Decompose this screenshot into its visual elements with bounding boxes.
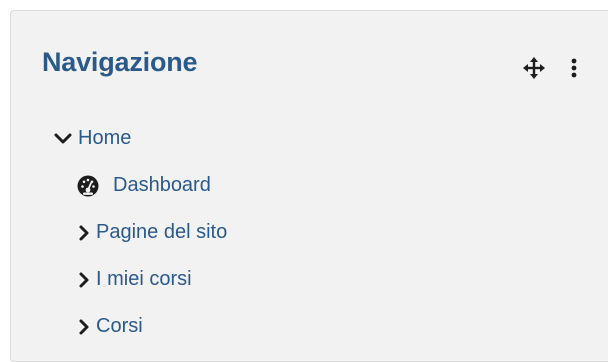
tree-item-i-miei-corsi[interactable]: I miei corsi — [77, 264, 227, 295]
move-arrows-icon[interactable] — [523, 57, 545, 79]
tree-item-corsi[interactable]: Corsi — [77, 311, 227, 342]
dashboard-gauge-icon — [77, 175, 99, 197]
tree-item-label: Pagine del sito — [96, 221, 228, 243]
tree-item-home[interactable]: Home — [53, 123, 227, 154]
tree-item-label: I miei corsi — [96, 268, 192, 290]
navigation-tree: Home Dashboard Pagine del sito I miei co… — [53, 123, 227, 358]
tree-item-label: Corsi — [96, 315, 143, 337]
tree-item-dashboard[interactable]: Dashboard — [77, 170, 227, 201]
block-controls — [523, 57, 577, 79]
tree-item-label: Home — [78, 127, 132, 149]
block-title: Navigazione — [42, 47, 198, 77]
chevron-right-icon — [77, 224, 91, 242]
navigation-block: Navigazione Home Dashboard Pagine del si… — [10, 10, 608, 362]
tree-item-pagine-del-sito[interactable]: Pagine del sito — [77, 217, 227, 248]
vertical-ellipsis-icon[interactable] — [571, 58, 577, 78]
tree-item-label: Dashboard — [113, 174, 211, 196]
chevron-down-icon — [53, 132, 73, 146]
chevron-right-icon — [77, 318, 91, 336]
chevron-right-icon — [77, 271, 91, 289]
